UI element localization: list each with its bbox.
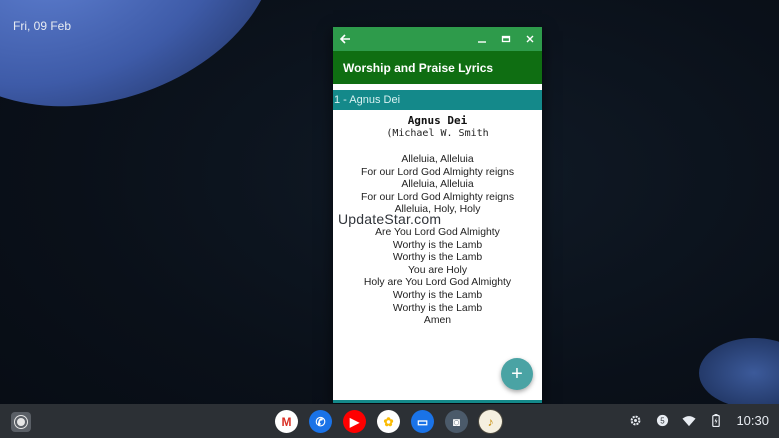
bottom-strip xyxy=(333,400,542,403)
lyric-line: Holy are You Lord God Almighty xyxy=(363,277,512,289)
song-author: (Michael W. Smith xyxy=(386,128,489,139)
lyric-line: Worthy is the Lamb xyxy=(392,239,483,251)
lyric-line: Amen xyxy=(423,315,452,327)
wallpaper-shape xyxy=(699,338,779,408)
back-arrow-icon xyxy=(339,34,350,44)
phone-icon[interactable]: ✆ xyxy=(308,409,333,434)
youtube-icon[interactable]: ▶ xyxy=(342,409,367,434)
window-titlebar xyxy=(333,27,542,51)
launcher-icon xyxy=(17,418,25,426)
lyric-line: Alleluia, Alleluia xyxy=(401,179,474,191)
lyric-line: Worthy is the Lamb xyxy=(392,252,483,264)
minimize-button[interactable] xyxy=(470,27,494,51)
desktop-date: Fri, 09 Feb xyxy=(13,19,72,33)
notification-badge-icon: 5 xyxy=(655,414,669,428)
android-icon[interactable]: ◙ xyxy=(444,409,469,434)
shelf-apps: M ✆ ▶ ✿ ▭ ◙ ♪ xyxy=(274,409,503,434)
messages-icon-glyph: ▭ xyxy=(411,410,434,433)
photos-icon-glyph: ✿ xyxy=(377,410,400,433)
plus-icon: + xyxy=(511,362,523,385)
lyric-line: Worthy is the Lamb xyxy=(392,289,483,301)
gmail-icon[interactable]: M xyxy=(274,409,299,434)
gmail-icon-glyph: M xyxy=(275,410,298,433)
minimize-icon xyxy=(478,41,486,43)
notification-count: 5 xyxy=(660,416,665,425)
app-title: Worship and Praise Lyrics xyxy=(343,60,494,75)
launcher-button[interactable] xyxy=(11,412,31,432)
lyric-line: Alleluia, Alleluia xyxy=(401,154,474,165)
lyric-line: For our Lord God Almighty reigns xyxy=(360,191,515,203)
close-button[interactable] xyxy=(518,27,542,51)
worship-app-icon-glyph: ♪ xyxy=(479,410,502,433)
clock: 10:30 xyxy=(736,413,769,428)
android-icon-glyph: ◙ xyxy=(445,410,468,433)
photos-icon[interactable]: ✿ xyxy=(376,409,401,434)
battery-icon xyxy=(709,414,723,428)
lyric-line: You are Holy xyxy=(407,264,468,276)
phone-icon-glyph: ✆ xyxy=(309,410,332,433)
status-tray[interactable]: 5 10:30 xyxy=(628,413,769,428)
messages-icon[interactable]: ▭ xyxy=(410,409,435,434)
app-title-bar: Worship and Praise Lyrics xyxy=(333,51,542,84)
maximize-icon xyxy=(501,35,511,43)
youtube-icon-glyph: ▶ xyxy=(343,410,366,433)
back-button[interactable] xyxy=(333,27,357,51)
close-icon xyxy=(526,35,534,43)
song-selector-label: 1 - Agnus Dei xyxy=(334,94,401,106)
lyric-line: For our Lord God Almighty reigns xyxy=(360,166,515,178)
lyrics-view[interactable]: Agnus Dei (Michael W. Smith Alleluia, Al… xyxy=(333,114,542,403)
lyric-line: Worthy is the Lamb xyxy=(392,302,483,314)
lyrics-stanza-2: Are You Lord God Almighty Worthy is the … xyxy=(333,227,542,328)
watermark: UpdateStar.com xyxy=(338,211,442,227)
song-selector[interactable]: 1 - Agnus Dei xyxy=(333,90,542,110)
settings-icon xyxy=(628,414,642,428)
wifi-icon xyxy=(682,414,696,428)
shelf: M ✆ ▶ ✿ ▭ ◙ ♪ 5 10:30 xyxy=(0,404,779,438)
maximize-button[interactable] xyxy=(494,27,518,51)
lyrics-stanza-1: Alleluia, Alleluia For our Lord God Almi… xyxy=(333,154,542,217)
song-title: Agnus Dei xyxy=(407,114,468,127)
add-fab-button[interactable]: + xyxy=(501,358,533,390)
lyric-line: Are You Lord God Almighty xyxy=(375,226,500,238)
worship-app-icon[interactable]: ♪ xyxy=(478,409,503,434)
